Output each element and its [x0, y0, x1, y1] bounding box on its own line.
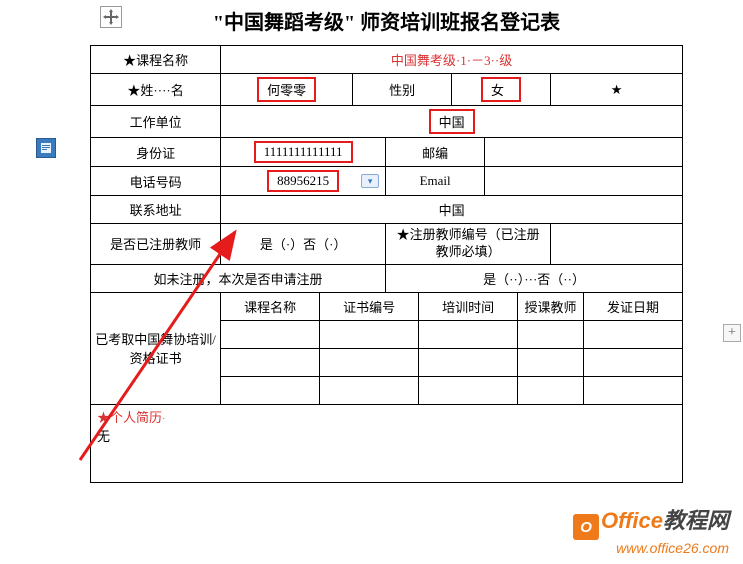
- col-course-name: 课程名称: [221, 292, 320, 320]
- label-phone: 电话号码: [91, 167, 221, 196]
- label-id: 身份证: [91, 138, 221, 167]
- document-title: "中国舞蹈考级" 师资培训班报名登记表: [90, 0, 683, 45]
- cert-cell: [320, 376, 419, 404]
- cert-cell: [320, 320, 419, 348]
- value-work-cell: 中国: [221, 106, 683, 138]
- cert-cell: [221, 348, 320, 376]
- registration-form-table: ★课程名称 中国舞考级·1·－3··级 ★姓····名 何零零 性别 女 ★ 工…: [90, 45, 683, 405]
- cert-cell: [419, 320, 518, 348]
- cert-cell: [419, 348, 518, 376]
- resume-label: ★个人简历: [97, 410, 162, 425]
- col-cert-num: 证书编号: [320, 292, 419, 320]
- value-course: 中国舞考级·1·－3··级: [221, 46, 683, 74]
- label-registered: 是否已注册教师: [91, 224, 221, 265]
- watermark: OOffice教程网 www.office26.com: [573, 503, 729, 557]
- move-handle-icon[interactable]: [100, 6, 122, 28]
- col-issue-date: 发证日期: [584, 292, 683, 320]
- cert-cell: [584, 376, 683, 404]
- label-teacher-num: ★注册教师编号（已注册教师必填）: [386, 224, 551, 265]
- label-cert: 已考取中国舞协培训/资格证书: [91, 292, 221, 404]
- cert-cell: [518, 348, 584, 376]
- cert-cell: [221, 376, 320, 404]
- value-phone-cell: 88956215 ▾: [221, 167, 386, 196]
- label-work: 工作单位: [91, 106, 221, 138]
- value-gender-cell: 女: [452, 74, 551, 106]
- resume-content: 无: [97, 429, 110, 444]
- label-post: 邮编: [386, 138, 485, 167]
- watermark-logo-icon: O: [573, 514, 599, 540]
- cert-cell: [518, 376, 584, 404]
- value-phone: 88956215: [267, 170, 339, 192]
- value-apply: 是（··）···否（··）: [386, 264, 683, 292]
- watermark-brand: Office: [601, 508, 663, 533]
- cert-cell: [221, 320, 320, 348]
- value-name-cell: 何零零: [221, 74, 353, 106]
- add-button[interactable]: +: [723, 324, 741, 342]
- side-panel-tab[interactable]: [36, 138, 56, 158]
- label-apply: 如未注册，本次是否申请注册: [91, 264, 386, 292]
- label-addr: 联系地址: [91, 196, 221, 224]
- col-train-time: 培训时间: [419, 292, 518, 320]
- label-name: ★姓····名: [91, 74, 221, 106]
- cert-cell: [584, 320, 683, 348]
- value-email: [485, 167, 683, 196]
- value-teacher-num: [551, 224, 683, 265]
- cert-cell: [584, 348, 683, 376]
- watermark-suffix: 教程网: [663, 508, 729, 533]
- label-course: ★课程名称: [91, 46, 221, 74]
- value-id: 1111111111111: [254, 141, 353, 163]
- value-post: [485, 138, 683, 167]
- watermark-url: www.office26.com: [573, 540, 729, 556]
- extra-star: ★: [551, 74, 683, 106]
- value-work: 中国: [429, 109, 475, 134]
- value-gender: 女: [481, 77, 521, 102]
- label-email: Email: [386, 167, 485, 196]
- value-registered: 是（·）否（·）: [221, 224, 386, 265]
- cert-cell: [419, 376, 518, 404]
- resume-section: ★个人简历· 无: [90, 405, 683, 483]
- value-id-cell: 1111111111111: [221, 138, 386, 167]
- cert-cell: [320, 348, 419, 376]
- cert-cell: [518, 320, 584, 348]
- value-addr: 中国: [221, 196, 683, 224]
- label-gender: 性别: [353, 74, 452, 106]
- col-teacher: 授课教师: [518, 292, 584, 320]
- value-name: 何零零: [257, 77, 316, 102]
- smart-tag-icon[interactable]: ▾: [361, 174, 379, 188]
